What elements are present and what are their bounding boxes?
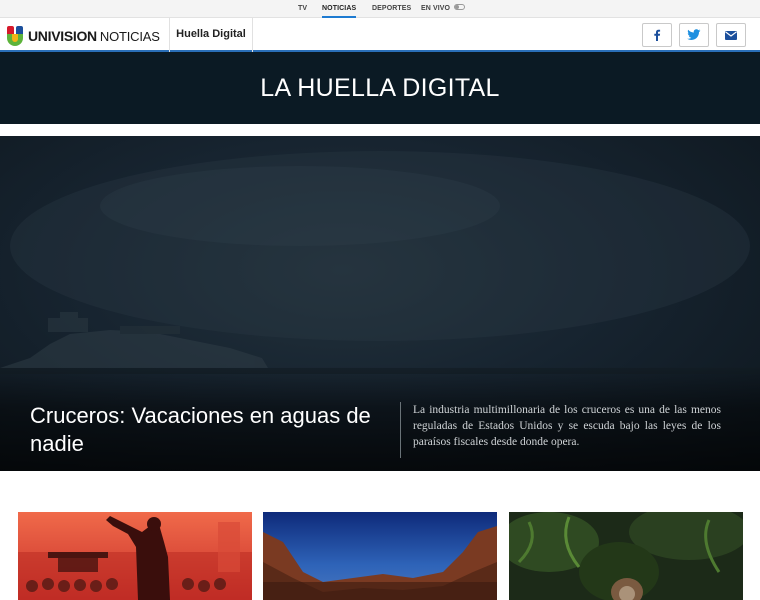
story-card-1[interactable]	[18, 512, 252, 600]
hero-title[interactable]: Cruceros: Vacaciones en aguas de nadie	[30, 402, 375, 458]
story-card-1-image	[18, 512, 252, 600]
hero-description: La industria multimillonaria de los cruc…	[413, 404, 721, 448]
site-header: UNIVISION NOTICIAS Huella Digital	[0, 18, 760, 52]
hero-feature[interactable]: Cruceros: Vacaciones en aguas de nadie L…	[0, 136, 760, 471]
story-card-3[interactable]	[509, 512, 743, 600]
story-card-2[interactable]	[263, 512, 497, 600]
nav-item-en-vivo[interactable]: EN VIVO	[421, 0, 466, 18]
email-icon	[725, 30, 737, 40]
hero-divider	[400, 402, 401, 458]
facebook-share-button[interactable]	[642, 23, 672, 47]
email-share-button[interactable]	[716, 23, 746, 47]
page-title: LA HUELLA DIGITAL	[260, 73, 500, 102]
nav-item-deportes[interactable]: DEPORTES	[372, 0, 411, 18]
facebook-icon	[654, 29, 661, 41]
univision-logo-icon	[7, 26, 25, 46]
twitter-icon	[687, 29, 701, 40]
logo-wordmark: UNIVISION	[28, 28, 97, 44]
section-title[interactable]: Huella Digital	[169, 18, 253, 52]
story-card-3-image	[509, 512, 743, 600]
nav-item-tv[interactable]: TV	[298, 0, 307, 18]
univision-logo[interactable]: UNIVISION NOTICIAS	[7, 25, 160, 47]
twitter-share-button[interactable]	[679, 23, 709, 47]
page-banner: LA HUELLA DIGITAL	[0, 52, 760, 124]
story-card-2-image	[263, 512, 497, 600]
top-nav: TV NOTICIAS DEPORTES EN VIVO	[0, 0, 760, 18]
live-toggle-icon[interactable]	[454, 4, 466, 11]
nav-item-noticias[interactable]: NOTICIAS	[322, 0, 356, 18]
nav-item-en-vivo-label: EN VIVO	[421, 5, 451, 12]
logo-section-name: NOTICIAS	[99, 28, 160, 44]
banner-gap	[0, 124, 760, 136]
